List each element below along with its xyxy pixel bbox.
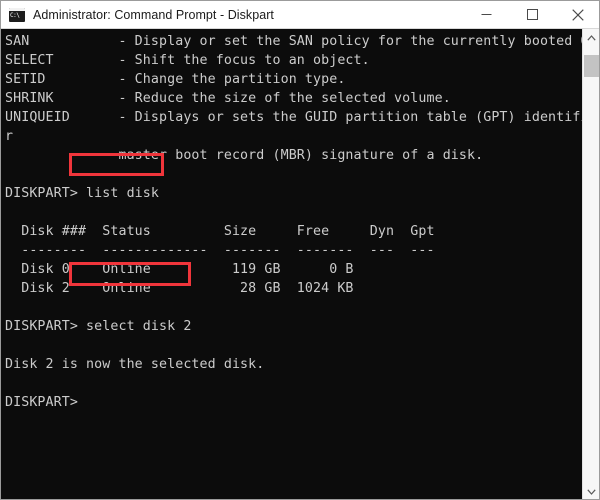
scrollbar-thumb[interactable]: [584, 55, 599, 77]
window-controls: [463, 1, 599, 28]
scroll-down-arrow-icon[interactable]: [583, 483, 599, 499]
console-text: SAN - Display or set the SAN policy for …: [5, 34, 584, 410]
close-button[interactable]: [555, 1, 599, 28]
window-titlebar[interactable]: Administrator: Command Prompt - Diskpart: [1, 1, 599, 29]
highlight-box-list-disk: [69, 153, 164, 176]
vertical-scrollbar[interactable]: [582, 29, 599, 499]
command-prompt-window: Administrator: Command Prompt - Diskpart: [0, 0, 600, 500]
minimize-button[interactable]: [463, 1, 509, 28]
maximize-button[interactable]: [509, 1, 555, 28]
highlight-box-select-disk: [69, 262, 191, 286]
console-icon: [9, 7, 25, 22]
window-title: Administrator: Command Prompt - Diskpart: [33, 7, 274, 22]
scroll-up-arrow-icon[interactable]: [583, 29, 599, 46]
